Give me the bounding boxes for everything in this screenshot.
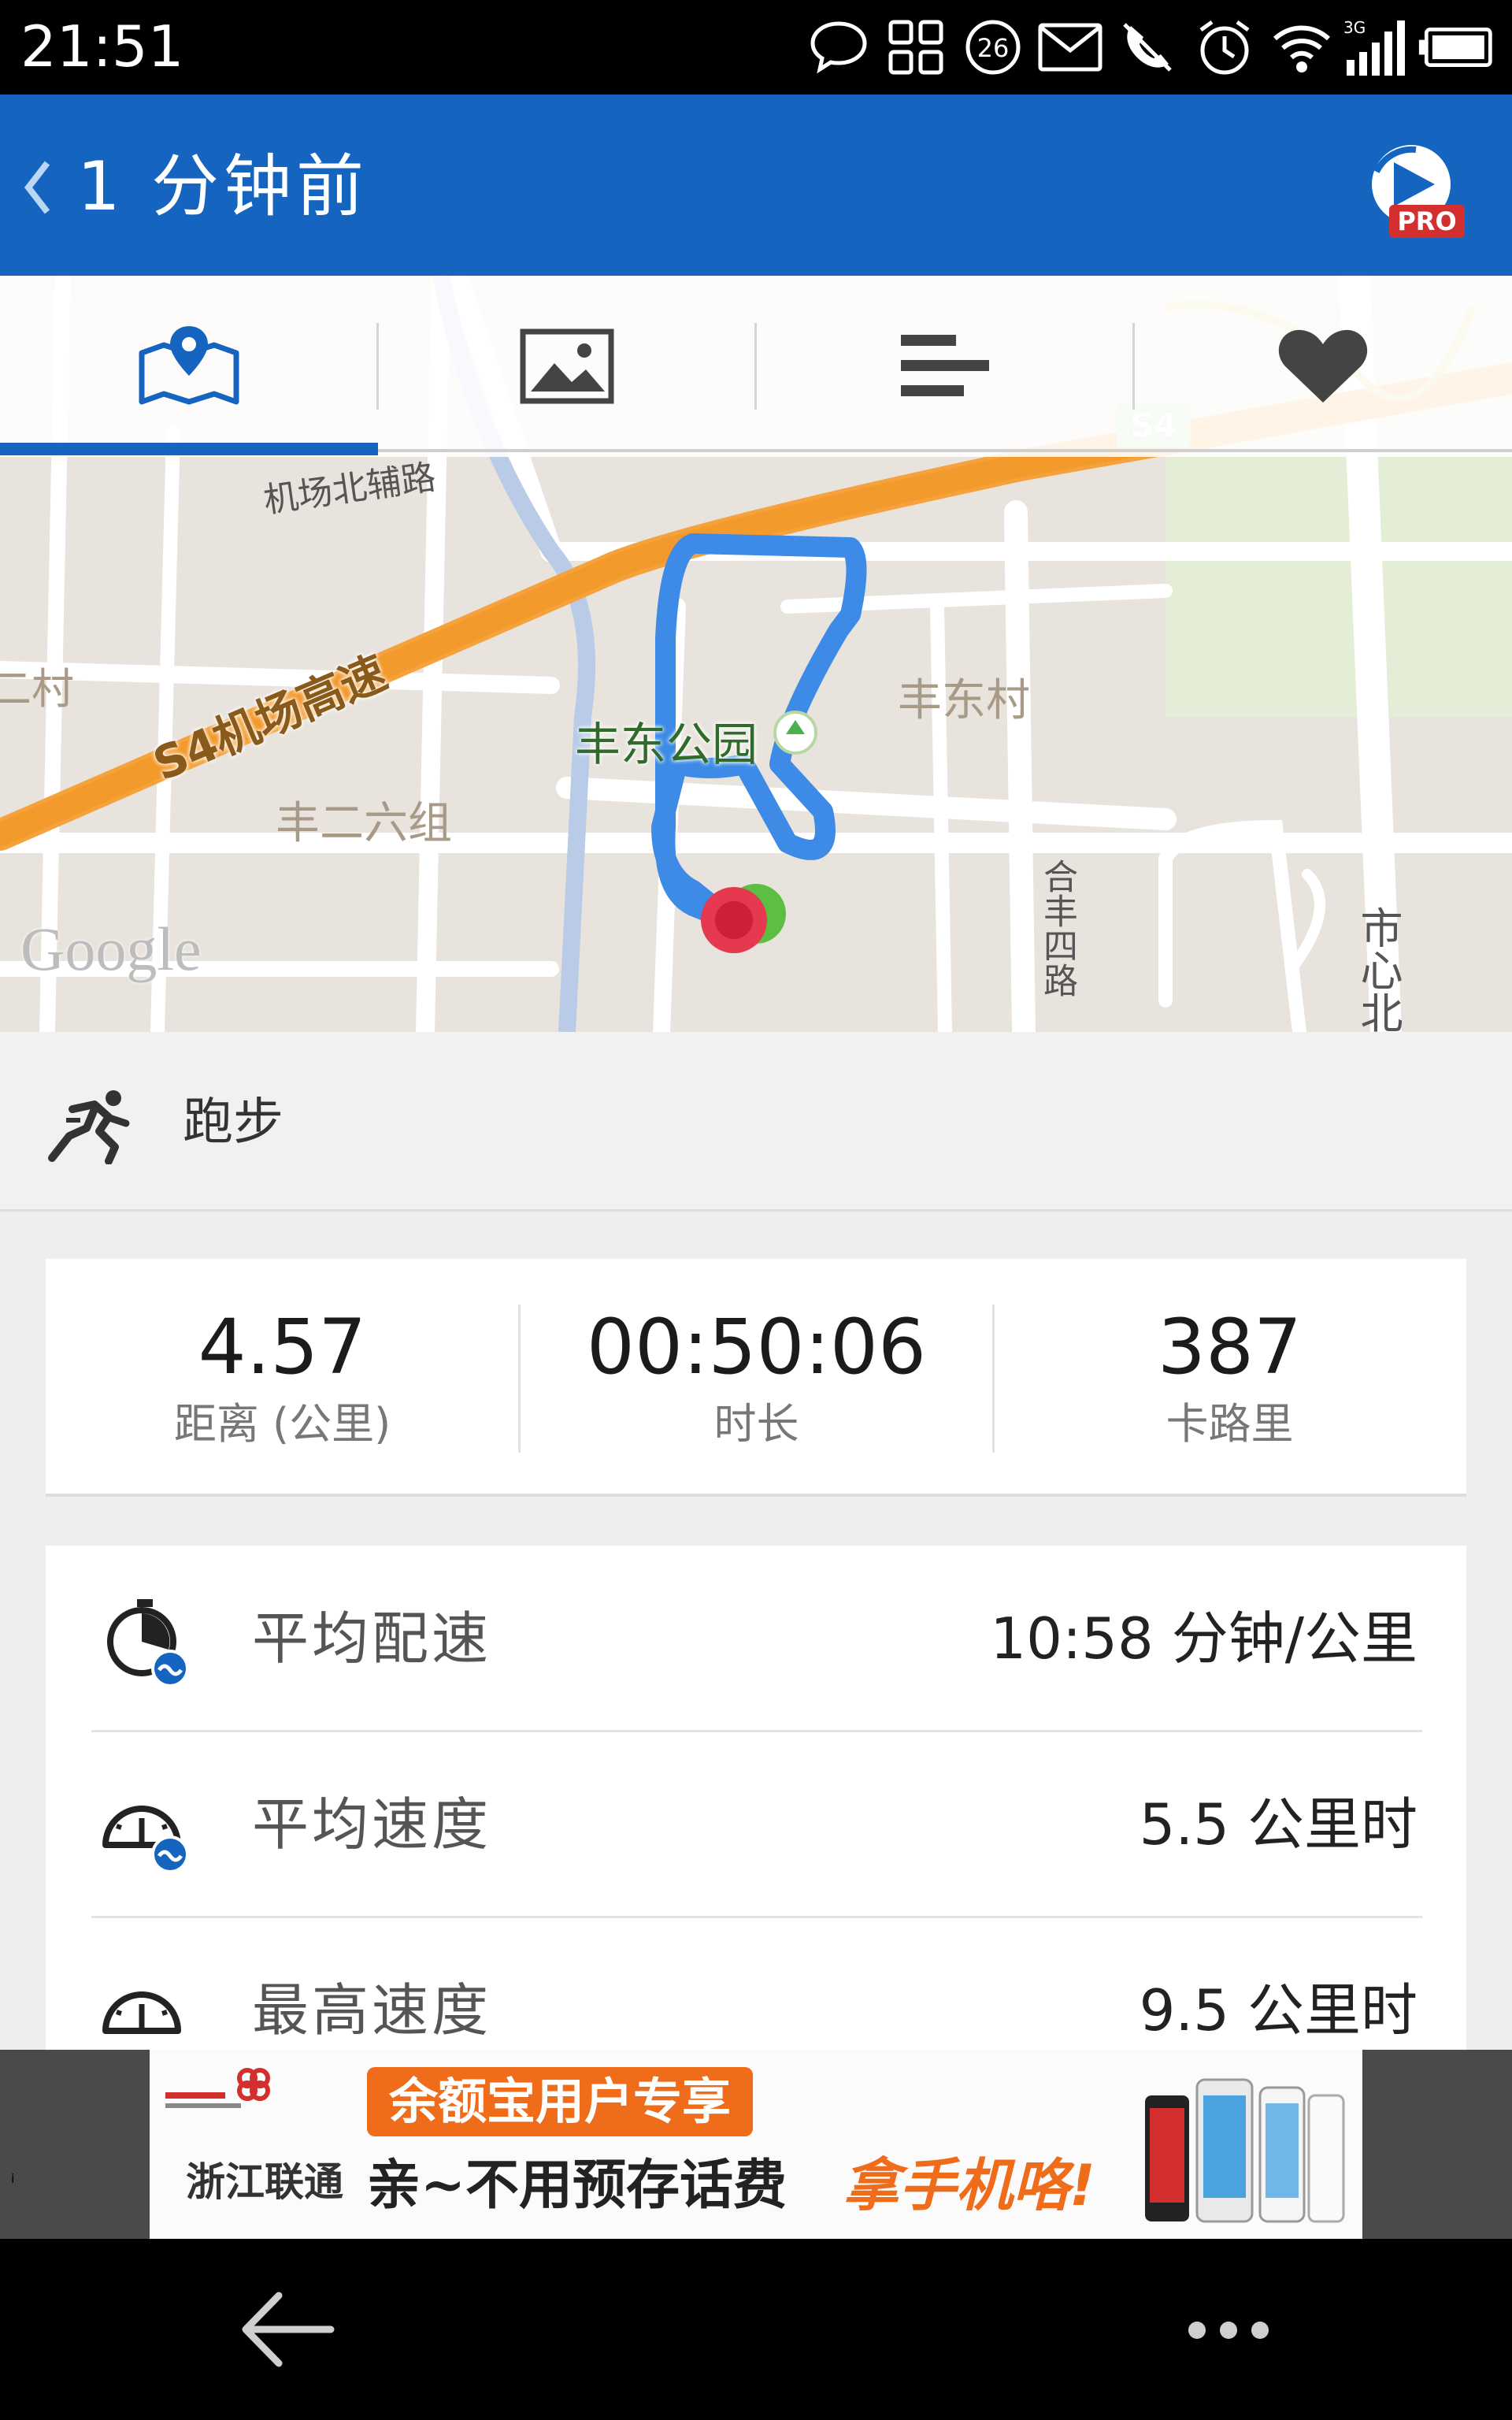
back-chevron-icon[interactable] <box>14 148 61 227</box>
action-bar: 1 分钟前 PRO <box>0 95 1512 276</box>
mail-icon <box>1032 8 1109 87</box>
pro-label: PRO <box>1397 206 1456 236</box>
photo-icon <box>520 328 614 404</box>
speedometer-avg-icon <box>102 1806 189 1873</box>
tab-selected-indicator <box>0 443 378 455</box>
runner-icon <box>48 1090 130 1164</box>
detail-row-max-speed[interactable]: 最高速度 9.5 公里时 <box>46 1917 1466 2050</box>
tab-like[interactable] <box>1134 276 1512 457</box>
tab-stats[interactable] <box>756 276 1134 457</box>
map-label-group: 丰二六组 <box>276 798 452 849</box>
map-label-road-right: 市心北 <box>1353 906 1403 1032</box>
stat-label: 时长 <box>713 1399 799 1449</box>
activity-type-label: 跑步 <box>183 1093 284 1152</box>
detail-value: 10:58 分钟/公里 <box>990 1605 1418 1672</box>
detail-row-avg-pace[interactable]: 平均配速 10:58 分钟/公里 <box>46 1546 1466 1731</box>
ad-headline: 余额宝用户专享 <box>367 2067 754 2136</box>
detail-value: 5.5 公里时 <box>1139 1791 1418 1858</box>
status-time: 21:51 <box>20 13 184 80</box>
heart-icon <box>1278 329 1368 403</box>
stat-duration: 00:50:06 时长 <box>520 1259 993 1497</box>
map-label-village-left: 二村 <box>0 664 74 714</box>
alarm-icon <box>1186 8 1263 87</box>
page-title[interactable]: 1 分钟前 <box>77 143 369 230</box>
speedometer-max-icon <box>102 1991 181 2034</box>
battery-icon <box>1418 8 1495 87</box>
tab-map[interactable] <box>0 276 378 457</box>
map-label-park: 丰东公园 <box>575 718 758 771</box>
status-badge-number: 26 <box>977 33 1010 63</box>
detail-row-avg-speed[interactable]: 平均速度 5.5 公里时 <box>46 1731 1466 1917</box>
stat-value: 00:50:06 <box>586 1303 927 1391</box>
ad-banner[interactable]: 浙江联通 余额宝用户专享 亲~不用预存话费 拿手机咯! <box>150 2050 1362 2239</box>
ad-info-icon[interactable]: i <box>11 2171 60 2220</box>
map-label-village-right: 丰东村 <box>898 675 1030 726</box>
stat-label: 距离 (公里) <box>173 1399 391 1449</box>
details-card: 平均配速 10:58 分钟/公里 平均速度 5.5 公里时 最高速度 9.5 公… <box>46 1546 1466 2050</box>
grid-icon <box>877 8 954 87</box>
detail-label: 平均配速 <box>252 1605 492 1672</box>
activity-type-row[interactable]: 跑步 <box>0 1032 1512 1212</box>
pace-timer-icon <box>107 1599 189 1687</box>
detail-value: 9.5 公里时 <box>1139 1977 1418 2043</box>
detail-label: 平均速度 <box>252 1791 492 1858</box>
more-dots-icon[interactable] <box>1181 2307 1276 2354</box>
stat-label: 卡路里 <box>1166 1399 1294 1449</box>
ad-slogan: 亲~不用预存话费 <box>367 2154 787 2217</box>
bar-chart-icon <box>901 335 989 396</box>
stat-value: 387 <box>1157 1303 1303 1391</box>
signal-icon: 3G <box>1340 8 1418 87</box>
navigation-bar <box>0 2239 1512 2420</box>
play-pro-icon: PRO <box>1372 145 1465 238</box>
tab-underline <box>378 449 1512 452</box>
tab-photo[interactable] <box>378 276 756 457</box>
pro-upgrade-button[interactable]: PRO <box>1362 140 1465 243</box>
back-arrow-icon[interactable] <box>236 2286 339 2373</box>
google-logo: Google <box>20 915 202 983</box>
wifi-icon <box>1263 8 1340 87</box>
phones-image <box>1145 2078 1345 2223</box>
ad-info-glyph: i <box>11 2171 15 2186</box>
ad-carrier: 浙江联通 <box>186 2158 343 2205</box>
summary-card: 4.57 距离 (公里) 00:50:06 时长 387 卡路里 <box>46 1259 1466 1497</box>
ad-cta: 拿手机咯! <box>843 2152 1095 2218</box>
stat-calories: 387 卡路里 <box>993 1259 1466 1497</box>
network-type: 3G <box>1343 18 1366 37</box>
map-label-road-he: 合丰四路 <box>1037 859 1077 997</box>
map-pin-icon <box>139 326 239 405</box>
carrier-logo-icon <box>165 2068 270 2108</box>
chat-bubble-icon <box>800 8 877 87</box>
notification-count-icon: 26 <box>954 8 1032 87</box>
status-bar: 21:51 26 3G <box>0 0 1512 95</box>
phone-silent-icon <box>1109 8 1186 87</box>
tab-bar <box>0 276 1512 457</box>
status-icons: 26 3G <box>800 8 1495 87</box>
ad-area: 浙江联通 余额宝用户专享 亲~不用预存话费 拿手机咯! i <box>0 2050 1512 2239</box>
detail-label: 最高速度 <box>252 1977 492 2043</box>
stat-distance: 4.57 距离 (公里) <box>46 1259 519 1497</box>
stat-value: 4.57 <box>198 1303 367 1391</box>
